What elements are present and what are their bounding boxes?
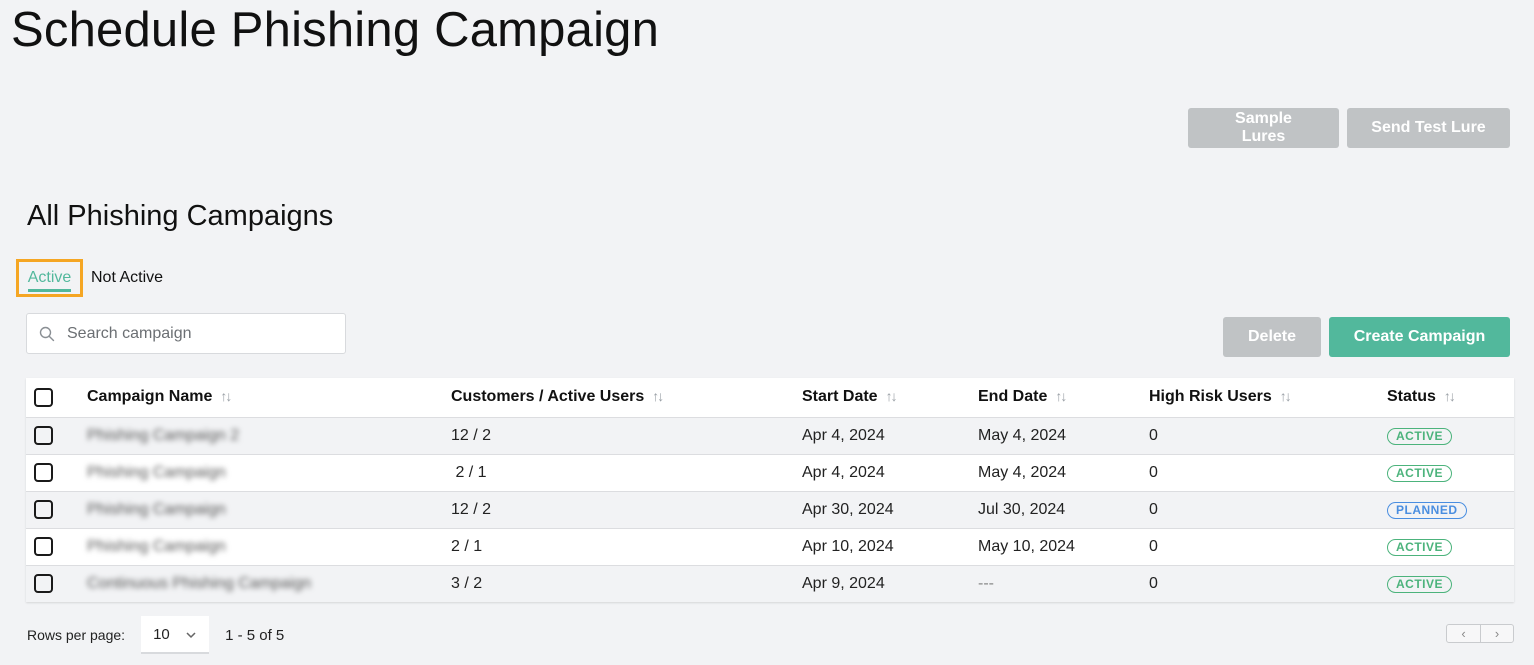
row-checkbox[interactable] [34, 500, 53, 519]
table-row[interactable]: Phishing Campaign 2 / 1 Apr 10, 2024 May… [26, 527, 1514, 565]
search-box [26, 313, 346, 354]
customers-active-users: 3 / 2 [451, 564, 802, 602]
section-title: All Phishing Campaigns [27, 200, 334, 232]
table-footer: Rows per page: 10 1 - 5 of 5 [27, 616, 284, 654]
sort-icon[interactable]: ↑↓ [1444, 388, 1456, 404]
search-icon [27, 326, 67, 342]
rows-per-page-select[interactable]: 10 [141, 616, 210, 654]
column-header-high-risk-users[interactable]: High Risk Users ↑↓ [1149, 378, 1387, 417]
table-header-row: Campaign Name ↑↓ Customers / Active Users… [26, 378, 1514, 417]
campaign-name[interactable]: Phishing Campaign [87, 501, 226, 518]
tab-not-active[interactable]: Not Active [91, 269, 163, 287]
row-checkbox[interactable] [34, 463, 53, 482]
campaign-name[interactable]: Continuous Phishing Campaign [87, 575, 311, 592]
rows-per-page-label: Rows per page: [27, 627, 126, 643]
end-date: --- [978, 564, 1149, 602]
start-date: Apr 4, 2024 [802, 416, 978, 454]
high-risk-users: 0 [1149, 453, 1387, 491]
table-row[interactable]: Phishing Campaign 12 / 2 Apr 30, 2024 Ju… [26, 490, 1514, 528]
end-date: May 4, 2024 [978, 453, 1149, 491]
sort-icon[interactable]: ↑↓ [1280, 388, 1292, 404]
row-checkbox[interactable] [34, 574, 53, 594]
page-title: Schedule Phishing Campaign [11, 3, 660, 57]
sort-icon[interactable]: ↑↓ [220, 388, 232, 404]
start-date: Apr 9, 2024 [802, 564, 978, 602]
high-risk-users: 0 [1149, 490, 1387, 528]
status-badge: ACTIVE [1387, 538, 1453, 556]
start-date: Apr 10, 2024 [802, 527, 978, 565]
column-header-status[interactable]: Status ↑↓ [1387, 378, 1514, 417]
campaign-tabs: Active Not Active [16, 259, 163, 297]
column-header-start-date[interactable]: Start Date ↑↓ [802, 378, 978, 417]
row-checkbox[interactable] [34, 537, 53, 556]
tab-active[interactable]: Active [27, 269, 72, 292]
create-campaign-button[interactable]: Create Campaign [1329, 317, 1510, 357]
campaign-name[interactable]: Phishing Campaign 2 [87, 427, 239, 444]
rows-per-page-value: 10 [153, 625, 170, 643]
search-input[interactable] [67, 314, 345, 353]
column-header-end-date[interactable]: End Date ↑↓ [978, 378, 1149, 417]
column-header-customers-active-users[interactable]: Customers / Active Users ↑↓ [451, 378, 802, 417]
campaigns-table: Campaign Name ↑↓ Customers / Active Users… [26, 378, 1514, 602]
status-badge: ACTIVE [1387, 575, 1453, 593]
sort-icon[interactable]: ↑↓ [886, 388, 898, 404]
row-checkbox[interactable] [34, 426, 53, 445]
send-test-lure-button[interactable]: Send Test Lure [1347, 108, 1510, 148]
chevron-down-icon [185, 626, 197, 643]
pager: ‹ › [1446, 624, 1514, 643]
campaign-name[interactable]: Phishing Campaign [87, 538, 226, 555]
sort-icon[interactable]: ↑↓ [1055, 388, 1067, 404]
high-risk-users: 0 [1149, 527, 1387, 565]
end-date: May 4, 2024 [978, 416, 1149, 454]
sort-icon[interactable]: ↑↓ [652, 388, 664, 404]
column-header-campaign-name[interactable]: Campaign Name ↑↓ [87, 378, 451, 417]
start-date: Apr 30, 2024 [802, 490, 978, 528]
sample-lures-button[interactable]: Sample Lures [1188, 108, 1339, 148]
table-row[interactable]: Phishing Campaign 2 / 1 Apr 4, 2024 May … [26, 453, 1514, 491]
top-actions: Sample Lures Send Test Lure [1188, 108, 1510, 148]
table-row[interactable]: Continuous Phishing Campaign 3 / 2 Apr 9… [26, 564, 1514, 602]
customers-active-users: 12 / 2 [451, 490, 802, 528]
high-risk-users: 0 [1149, 416, 1387, 454]
customers-active-users: 2 / 1 [451, 527, 802, 565]
tab-active-highlight: Active [16, 259, 83, 297]
previous-page-button[interactable]: ‹ [1447, 625, 1480, 642]
table-actions: Delete Create Campaign [1223, 317, 1510, 357]
end-date: Jul 30, 2024 [978, 490, 1149, 528]
table-row[interactable]: Phishing Campaign 2 12 / 2 Apr 4, 2024 M… [26, 416, 1514, 454]
customers-active-users: 2 / 1 [451, 453, 802, 491]
page-range: 1 - 5 of 5 [225, 626, 285, 644]
end-date: May 10, 2024 [978, 527, 1149, 565]
delete-button[interactable]: Delete [1223, 317, 1321, 357]
customers-active-users: 12 / 2 [451, 416, 802, 454]
campaign-name[interactable]: Phishing Campaign [87, 464, 226, 481]
status-badge: ACTIVE [1387, 464, 1453, 482]
high-risk-users: 0 [1149, 564, 1387, 602]
next-page-button[interactable]: › [1480, 625, 1513, 642]
status-badge: PLANNED [1387, 501, 1467, 519]
start-date: Apr 4, 2024 [802, 453, 978, 491]
status-badge: ACTIVE [1387, 427, 1453, 445]
select-all-checkbox[interactable] [34, 387, 53, 407]
